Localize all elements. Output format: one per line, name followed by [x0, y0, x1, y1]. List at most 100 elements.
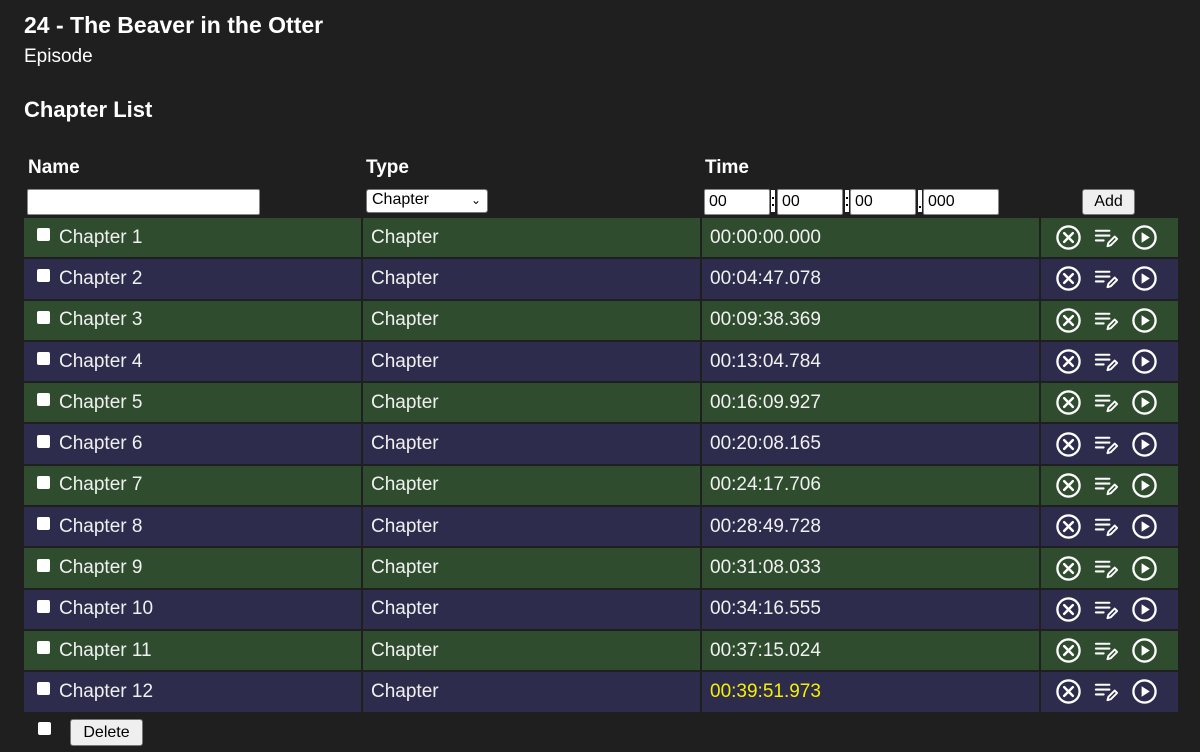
remove-chapter-icon[interactable] [1055, 389, 1082, 416]
chapter-time[interactable]: 00:09:38.369 [710, 309, 821, 331]
milliseconds-input[interactable] [923, 189, 999, 215]
chapter-name[interactable]: Chapter 10 [59, 598, 153, 620]
chevron-down-icon: ⌄ [470, 193, 481, 207]
remove-chapter-icon[interactable] [1055, 596, 1082, 623]
chapter-select-checkbox[interactable] [37, 682, 50, 696]
chapter-time[interactable]: 00:34:16.555 [710, 598, 821, 620]
chapter-name-cell: Chapter 3 [24, 300, 363, 342]
edit-chapter-icon[interactable] [1093, 513, 1120, 540]
chapter-select-checkbox[interactable] [37, 558, 50, 572]
chapter-type[interactable]: Chapter [371, 681, 439, 703]
edit-chapter-icon[interactable] [1093, 472, 1120, 499]
play-chapter-icon[interactable] [1131, 348, 1158, 375]
chapter-name[interactable]: Chapter 2 [59, 268, 142, 290]
remove-chapter-icon[interactable] [1055, 224, 1082, 251]
chapter-name[interactable]: Chapter 4 [59, 351, 142, 373]
remove-chapter-icon[interactable] [1055, 348, 1082, 375]
chapter-name-cell: Chapter 10 [24, 589, 363, 631]
remove-chapter-icon[interactable] [1055, 637, 1082, 664]
chapter-type[interactable]: Chapter [371, 268, 439, 290]
chapter-name[interactable]: Chapter 5 [59, 392, 142, 414]
remove-chapter-icon[interactable] [1055, 472, 1082, 499]
chapter-select-checkbox[interactable] [37, 310, 50, 324]
chapter-name[interactable]: Chapter 11 [59, 640, 152, 662]
edit-chapter-icon[interactable] [1093, 637, 1120, 664]
play-chapter-icon[interactable] [1131, 224, 1158, 251]
chapter-type[interactable]: Chapter [371, 433, 439, 455]
chapter-type[interactable]: Chapter [371, 227, 439, 249]
chapter-actions [1041, 341, 1178, 384]
play-chapter-icon[interactable] [1131, 637, 1158, 664]
edit-chapter-icon[interactable] [1093, 348, 1120, 375]
remove-chapter-icon[interactable] [1055, 307, 1082, 334]
delete-button[interactable]: Delete [70, 719, 143, 746]
remove-chapter-icon[interactable] [1055, 555, 1082, 582]
chapter-type[interactable]: Chapter [371, 640, 439, 662]
chapter-time[interactable]: 00:31:08.033 [710, 557, 821, 579]
edit-chapter-icon[interactable] [1093, 307, 1120, 334]
chapter-time[interactable]: 00:28:49.728 [710, 516, 821, 538]
edit-chapter-icon[interactable] [1093, 265, 1120, 292]
edit-chapter-icon[interactable] [1093, 555, 1120, 582]
edit-chapter-icon[interactable] [1093, 224, 1120, 251]
chapter-select-checkbox[interactable] [37, 393, 50, 407]
chapter-name[interactable]: Chapter 7 [59, 474, 142, 496]
play-chapter-icon[interactable] [1131, 265, 1158, 292]
chapter-time[interactable]: 00:24:17.706 [710, 474, 821, 496]
chapter-time[interactable]: 00:04:47.078 [710, 268, 821, 290]
new-chapter-name-input[interactable] [27, 189, 260, 215]
chapter-type[interactable]: Chapter [371, 309, 439, 331]
edit-chapter-icon[interactable] [1093, 596, 1120, 623]
seconds-input[interactable] [850, 189, 916, 215]
chapter-time[interactable]: 00:39:51.973 [708, 674, 849, 703]
chapter-type[interactable]: Chapter [371, 392, 439, 414]
chapter-select-checkbox[interactable] [37, 599, 50, 613]
play-chapter-icon[interactable] [1131, 472, 1158, 499]
play-chapter-icon[interactable] [1131, 596, 1158, 623]
chapter-name[interactable]: Chapter 8 [59, 516, 142, 538]
chapter-select-checkbox[interactable] [37, 434, 50, 448]
hours-input[interactable] [704, 189, 770, 215]
edit-chapter-icon[interactable] [1093, 431, 1120, 458]
new-chapter-type-select[interactable]: Chapter ⌄ [366, 189, 488, 213]
add-chapter-button[interactable]: Add [1082, 189, 1135, 215]
remove-chapter-icon[interactable] [1055, 265, 1082, 292]
chapter-time[interactable]: 00:16:09.927 [710, 392, 821, 414]
chapter-time[interactable]: 00:37:15.024 [710, 640, 821, 662]
chapter-name[interactable]: Chapter 9 [59, 557, 142, 579]
chapter-type[interactable]: Chapter [371, 516, 439, 538]
chapter-select-checkbox[interactable] [37, 228, 50, 242]
chapter-select-checkbox[interactable] [37, 475, 50, 489]
chapter-select-checkbox[interactable] [37, 352, 50, 366]
remove-chapter-icon[interactable] [1055, 678, 1082, 705]
chapter-row: Chapter 2 Chapter 00:04:47.078 [24, 259, 1178, 301]
edit-chapter-icon[interactable] [1093, 389, 1120, 416]
remove-chapter-icon[interactable] [1055, 431, 1082, 458]
play-chapter-icon[interactable] [1131, 307, 1158, 334]
play-chapter-icon[interactable] [1131, 555, 1158, 582]
section-title: Chapter List [24, 97, 153, 122]
chapter-type[interactable]: Chapter [371, 557, 439, 579]
remove-chapter-icon[interactable] [1055, 513, 1082, 540]
play-chapter-icon[interactable] [1131, 678, 1158, 705]
chapter-name[interactable]: Chapter 1 [59, 227, 142, 249]
chapter-type[interactable]: Chapter [371, 474, 439, 496]
chapter-type[interactable]: Chapter [371, 351, 439, 373]
chapter-name[interactable]: Chapter 12 [59, 681, 153, 703]
minutes-input[interactable] [777, 189, 843, 215]
play-chapter-icon[interactable] [1131, 389, 1158, 416]
chapter-name[interactable]: Chapter 3 [59, 309, 142, 331]
chapter-select-checkbox[interactable] [37, 517, 50, 531]
chapter-time[interactable]: 00:20:08.165 [710, 433, 821, 455]
chapter-select-checkbox[interactable] [37, 641, 50, 655]
select-all-checkbox[interactable] [38, 722, 51, 735]
chapter-time[interactable]: 00:00:00.000 [710, 227, 821, 249]
chapter-time[interactable]: 00:13:04.784 [710, 351, 821, 373]
chapter-name[interactable]: Chapter 6 [59, 433, 142, 455]
play-chapter-icon[interactable] [1131, 431, 1158, 458]
chapter-select-checkbox[interactable] [37, 269, 50, 283]
play-chapter-icon[interactable] [1131, 513, 1158, 540]
edit-chapter-icon[interactable] [1093, 678, 1120, 705]
chapter-type[interactable]: Chapter [371, 598, 439, 620]
chapter-row: Chapter 6 Chapter 00:20:08.165 [24, 424, 1178, 466]
